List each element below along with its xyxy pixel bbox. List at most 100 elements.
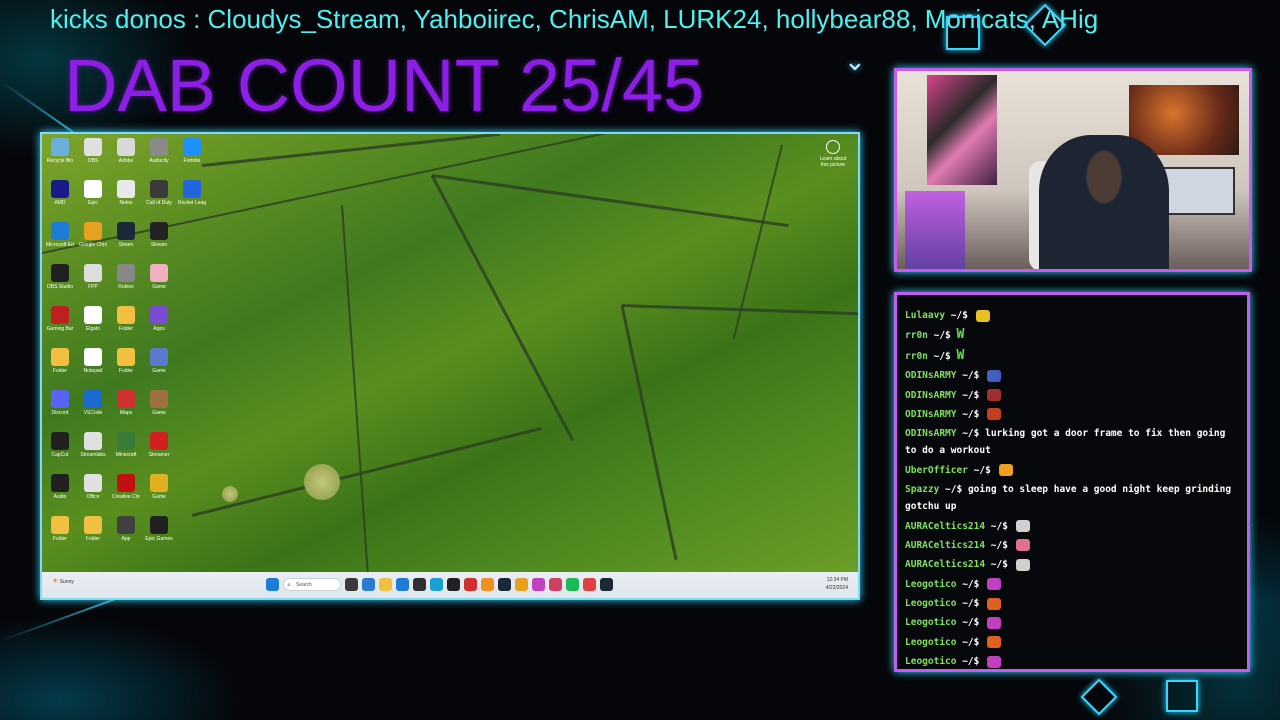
neon-square [946, 16, 980, 50]
desktop-icon[interactable]: Folder [112, 306, 140, 344]
weather-widget[interactable]: ☀ Sunny [52, 577, 74, 585]
desktop-icon[interactable]: Notepad [79, 348, 107, 386]
desktop-icon[interactable]: Gaming Bar [46, 306, 74, 344]
desktop-icon[interactable]: Epic Games [145, 516, 173, 554]
desktop-icon[interactable]: Folder [46, 516, 74, 554]
chat-username[interactable]: Leogotico [905, 656, 956, 667]
app-icon[interactable] [532, 578, 545, 591]
app-icon[interactable] [464, 578, 477, 591]
desktop-icon-label: CapCut [51, 452, 69, 458]
app-icon [150, 222, 168, 240]
desktop-icon[interactable]: Notes [112, 180, 140, 218]
chat-username[interactable]: ODINsARMY [905, 428, 956, 439]
app-icon [183, 180, 201, 198]
chat-username[interactable]: Leogotico [905, 598, 956, 609]
steam-icon[interactable] [600, 578, 613, 591]
desktop-icon[interactable]: Apps [145, 306, 173, 344]
app-icon [117, 138, 135, 156]
app-icon [84, 138, 102, 156]
desktop-icon[interactable]: Game [145, 264, 173, 302]
chat-username[interactable]: Leogotico [905, 617, 956, 628]
desktop-icon[interactable]: VSCode [79, 390, 107, 428]
desktop-icon[interactable]: Stream [145, 222, 173, 260]
desktop-icon-label: Folder [52, 536, 68, 542]
chat-username[interactable]: Lulaavy [905, 310, 945, 321]
store-icon[interactable] [413, 578, 426, 591]
desktop-icon[interactable]: AMD [46, 180, 74, 218]
desktop-icon[interactable]: Discord [46, 390, 74, 428]
file-explorer-icon[interactable] [379, 578, 392, 591]
learn-about-picture[interactable]: Learn about this picture [818, 140, 848, 168]
desktop-icon[interactable]: Streamlabs [79, 432, 107, 470]
desktop-icon-label: FPP [88, 284, 98, 290]
desktop-icon[interactable]: Folder [46, 348, 74, 386]
task-view-icon[interactable] [345, 578, 358, 591]
desktop-icon[interactable]: Audacity [145, 138, 173, 176]
chat-list: Lulaavy ~/$ rr0n ~/$ Wrr0n ~/$ W ODINsARM… [905, 307, 1239, 669]
desktop-icon-label: Audio [53, 494, 67, 500]
desktop-icon[interactable]: Audio [46, 474, 74, 512]
chat-prompt: ~/$ [985, 520, 1014, 532]
chat-username[interactable]: Leogotico [905, 579, 956, 590]
desktop-icon-label: Stream [150, 242, 168, 248]
app-icon[interactable] [583, 578, 596, 591]
windows-start-icon[interactable] [266, 578, 279, 591]
chat-message: Leogotico ~/$ [905, 595, 1239, 612]
chat-emote-icon [1015, 520, 1030, 533]
app-icon[interactable] [549, 578, 562, 591]
widgets-icon[interactable] [362, 578, 375, 591]
desktop-icon[interactable]: FPP [79, 264, 107, 302]
desktop-icon[interactable]: Adobe [112, 138, 140, 176]
desktop-icon[interactable]: Rocket League [178, 180, 206, 218]
app-icon[interactable] [481, 578, 494, 591]
taskbar-search[interactable]: Search [283, 578, 341, 592]
camera-icon [826, 140, 840, 154]
desktop-icon[interactable]: App [112, 516, 140, 554]
chevron-down-icon: ⌄ [844, 46, 866, 76]
desktop-icon[interactable]: Creative Cloud [112, 474, 140, 512]
desktop-icon[interactable]: Recycle Bin [46, 138, 74, 176]
app-icon[interactable] [430, 578, 443, 591]
desktop-icon[interactable]: Steam [112, 222, 140, 260]
chat-username[interactable]: Leogotico [905, 637, 956, 648]
desktop-icon[interactable]: Minecraft [112, 432, 140, 470]
desktop-icon[interactable]: Microsoft Edge [46, 222, 74, 260]
desktop-icon[interactable]: Game [145, 348, 173, 386]
steam-icon[interactable] [498, 578, 511, 591]
obs-icon[interactable] [447, 578, 460, 591]
chat-username[interactable]: UberOfficer [905, 465, 968, 476]
desktop-icon-label: Game [152, 494, 166, 500]
chat-username[interactable]: ODINsARMY [905, 370, 956, 381]
spotify-icon[interactable] [566, 578, 579, 591]
desktop-icon[interactable]: Maps [112, 390, 140, 428]
chat-username[interactable]: ODINsARMY [905, 409, 956, 420]
chrome-icon[interactable] [515, 578, 528, 591]
chat-username[interactable]: ODINsARMY [905, 390, 956, 401]
chat-username[interactable]: AURACeltics214 [905, 540, 985, 551]
desktop-icon[interactable]: Elgato [79, 306, 107, 344]
desktop-icon[interactable]: OBS Studio [46, 264, 74, 302]
chat-username[interactable]: rr0n [905, 330, 928, 341]
desktop-icon[interactable]: Roblox [112, 264, 140, 302]
system-tray[interactable]: 12:34 PM 4/22/2024 [826, 576, 848, 592]
desktop-icon[interactable]: OBS [79, 138, 107, 176]
edge-icon[interactable] [396, 578, 409, 591]
desktop-icon[interactable]: Call of Duty [145, 180, 173, 218]
app-icon [117, 474, 135, 492]
desktop-icon[interactable]: Folder [112, 348, 140, 386]
desktop-icon-label: Streamer [148, 452, 170, 458]
chat-username[interactable]: Spazzy [905, 484, 939, 495]
chat-emote-icon [987, 655, 1002, 668]
chat-username[interactable]: AURACeltics214 [905, 521, 985, 532]
desktop-icon[interactable]: Epic [79, 180, 107, 218]
chat-username[interactable]: rr0n [905, 351, 928, 362]
desktop-icon[interactable]: Game [145, 474, 173, 512]
desktop-icon[interactable]: CapCut [46, 432, 74, 470]
desktop-icon[interactable]: Google Chrome [79, 222, 107, 260]
desktop-icon[interactable]: Office [79, 474, 107, 512]
desktop-icon[interactable]: Game [145, 390, 173, 428]
desktop-icon[interactable]: Fortnite [178, 138, 206, 176]
desktop-icon[interactable]: Streamer [145, 432, 173, 470]
chat-username[interactable]: AURACeltics214 [905, 559, 985, 570]
desktop-icon[interactable]: Folder [79, 516, 107, 554]
